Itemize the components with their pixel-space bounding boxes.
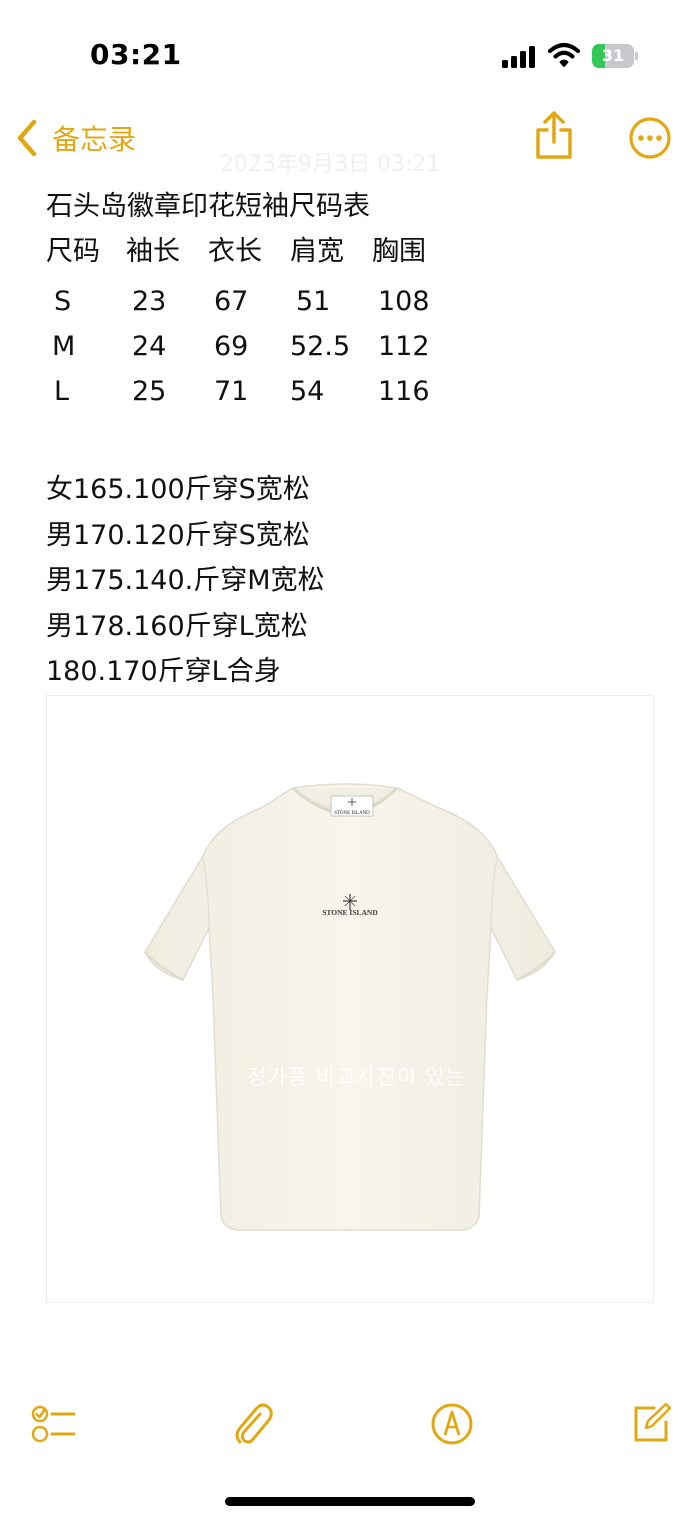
table-cell: 24 <box>132 331 167 362</box>
table-cell: M <box>52 331 76 362</box>
tshirt-photo[interactable]: STONE ISLAND STONE ISLAND 정가품 비교사진이 있는 <box>46 695 654 1303</box>
size-chart-table: 尺码 袖长 衣长 肩宽 胸围 S 23 67 51 108 M 24 69 52… <box>46 229 462 414</box>
paperclip-icon[interactable] <box>232 1402 274 1446</box>
tshirt-illustration: STONE ISLAND STONE ISLAND <box>144 783 556 1231</box>
chevron-left-icon <box>17 119 37 157</box>
chest-logo-text: STONE ISLAND <box>322 908 378 917</box>
status-bar: 03:21 31 <box>0 0 700 110</box>
back-button[interactable]: 备忘录 <box>14 116 136 160</box>
share-icon[interactable] <box>532 110 576 162</box>
table-cell: 25 <box>132 376 167 407</box>
table-row: S 23 67 51 108 <box>46 275 462 324</box>
note-title: 石头岛徽章印花短袖尺码表 <box>46 191 370 222</box>
note-date: 2023年9月3日 03:21 <box>220 152 441 177</box>
table-cell: L <box>54 376 70 407</box>
table-row: M 24 69 52.5 112 <box>46 324 462 369</box>
watermark-text: 정가품 비교사진이 있는 <box>247 1065 466 1089</box>
back-label: 备忘录 <box>52 123 137 156</box>
size-recommendation: 男175.140.斤穿M宽松 <box>46 565 325 596</box>
size-recommendation: 男170.120斤穿S宽松 <box>46 519 310 551</box>
table-header: 袖长 <box>126 236 180 267</box>
pen-circle-icon[interactable] <box>430 1402 474 1446</box>
battery-level: 31 <box>601 46 625 65</box>
table-cell: 108 <box>378 286 430 317</box>
table-cell: 54 <box>290 376 325 407</box>
battery-indicator: 31 <box>592 44 638 68</box>
table-cell: 51 <box>296 286 331 317</box>
table-cell: 23 <box>132 286 167 317</box>
table-cell: 112 <box>378 331 430 362</box>
size-recommendation: 男178.160斤穿L宽松 <box>46 610 308 642</box>
ellipsis-circle-icon[interactable] <box>628 116 672 160</box>
table-cell: 71 <box>214 376 249 407</box>
neck-label-text: STONE ISLAND <box>334 811 370 816</box>
table-header: 肩宽 <box>290 236 344 267</box>
table-cell: 52.5 <box>290 331 351 362</box>
table-header: 衣长 <box>208 236 262 267</box>
signal-icon <box>502 46 538 68</box>
table-cell: S <box>54 286 72 317</box>
status-time: 03:21 <box>90 38 182 71</box>
checklist-icon[interactable] <box>30 1402 76 1446</box>
table-cell: 69 <box>214 331 249 362</box>
table-header: 胸围 <box>372 236 426 267</box>
note-body[interactable]: 石头岛徽章印花短袖尺码表 尺码 袖长 衣长 肩宽 胸围 S 23 67 51 1… <box>46 185 666 695</box>
table-row: L 25 71 54 116 <box>46 369 462 414</box>
table-header: 尺码 <box>46 236 100 267</box>
size-recommendation: 180.170斤穿L合身 <box>46 656 281 687</box>
wifi-icon <box>548 43 580 67</box>
compose-icon[interactable] <box>630 1400 672 1444</box>
table-header-row: 尺码 袖长 衣长 肩宽 胸围 <box>46 229 462 275</box>
table-cell: 116 <box>378 376 430 407</box>
size-recommendation: 女165.100斤穿S宽松 <box>46 474 310 505</box>
table-cell: 67 <box>214 286 249 317</box>
home-indicator[interactable] <box>225 1497 475 1506</box>
